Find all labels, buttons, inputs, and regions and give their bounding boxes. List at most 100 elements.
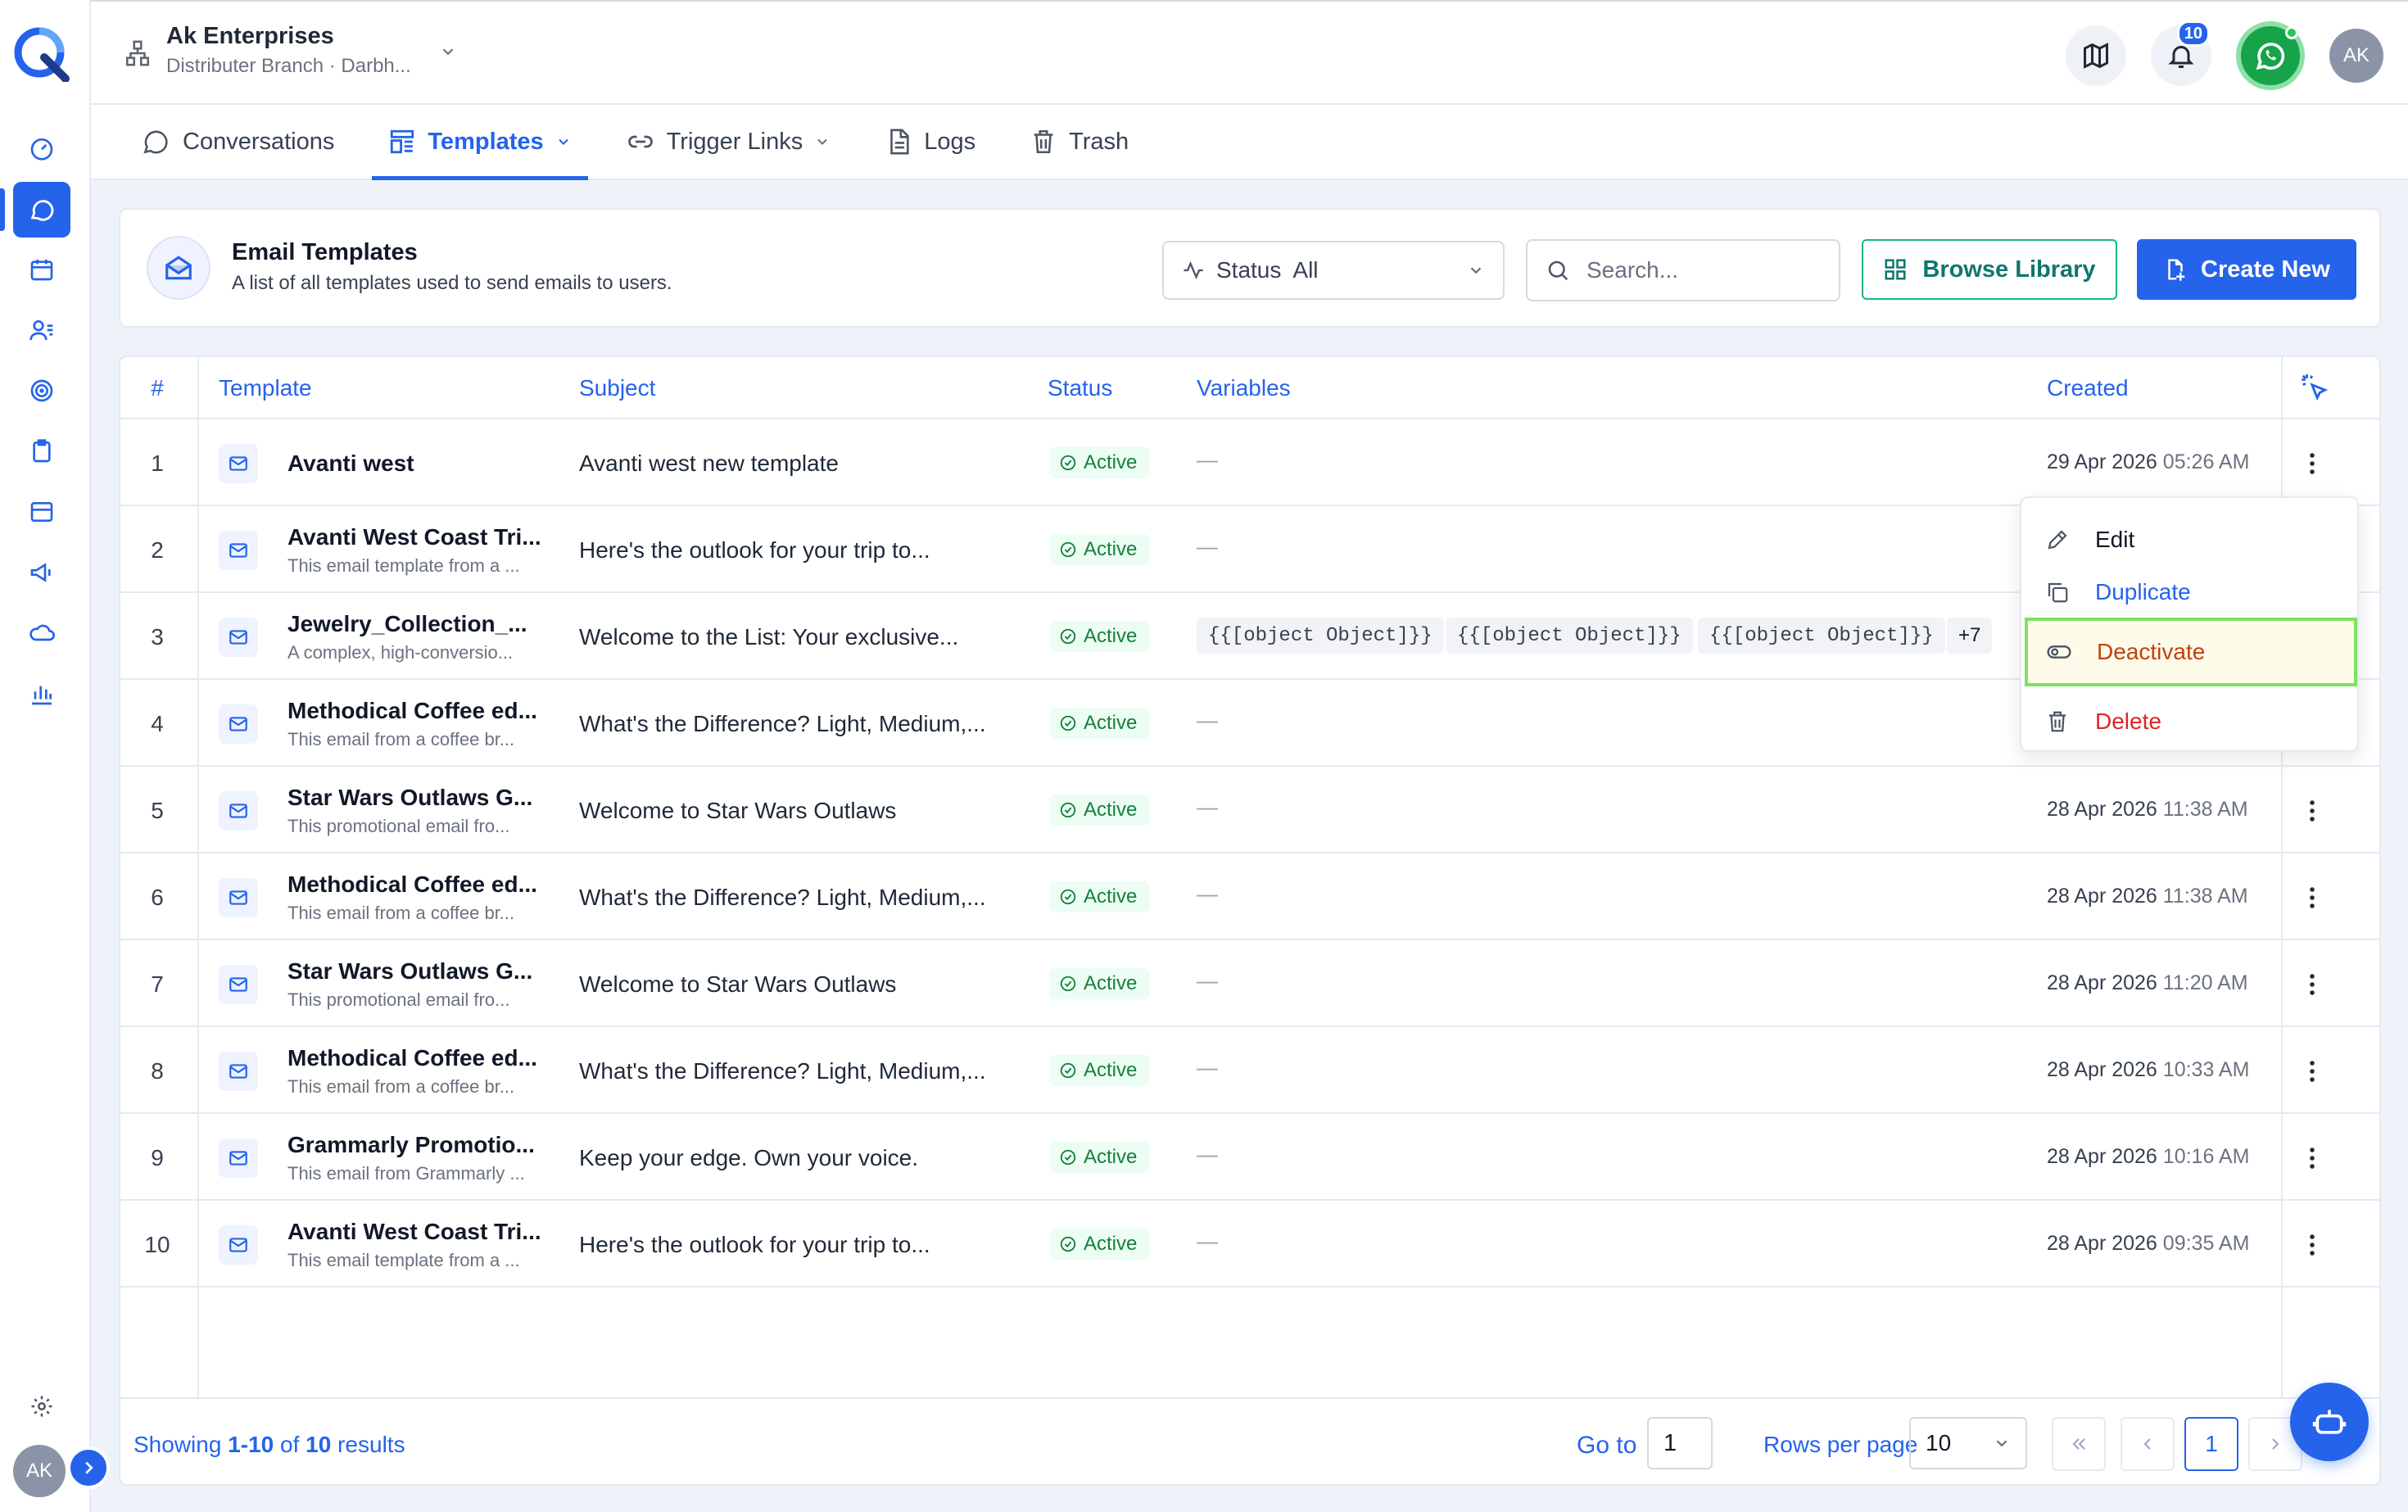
row-number: 5 xyxy=(151,798,164,823)
status-text: Active xyxy=(1084,885,1138,908)
tab-label: Conversations xyxy=(183,128,335,155)
table-row[interactable]: 10 Avanti West Coast Tri... This email tem… xyxy=(120,1201,2379,1288)
calendar-icon[interactable] xyxy=(18,246,66,293)
settings-gear-icon[interactable] xyxy=(18,1383,66,1430)
row-number: 4 xyxy=(151,711,164,736)
double-chevron-left-icon xyxy=(2069,1434,2089,1454)
first-page-button[interactable] xyxy=(2052,1417,2106,1471)
variables-more-chip[interactable]: +7 xyxy=(1947,618,1993,654)
template-name[interactable]: Methodical Coffee ed... xyxy=(287,698,537,724)
created-date: 29 Apr 2026 xyxy=(2047,450,2157,473)
dashboard-icon[interactable] xyxy=(18,124,66,172)
template-name[interactable]: Star Wars Outlaws G... xyxy=(287,958,532,985)
activity-icon xyxy=(1182,259,1205,282)
whatsapp-button[interactable] xyxy=(2236,21,2305,90)
table-footer: Showing 1-10 of 10 results Go to 1 Rows … xyxy=(120,1397,2379,1484)
column-picker-icon[interactable] xyxy=(2299,372,2330,403)
user-avatar[interactable]: AK xyxy=(2329,29,2383,83)
template-name[interactable]: Avanti West Coast Tri... xyxy=(287,524,541,550)
expand-sidebar-button[interactable] xyxy=(67,1446,110,1489)
template-name[interactable]: Methodical Coffee ed... xyxy=(287,871,537,898)
template-name[interactable]: Avanti west xyxy=(287,450,414,477)
col-status[interactable]: Status xyxy=(1048,375,1112,401)
template-name[interactable]: Star Wars Outlaws G... xyxy=(287,785,532,811)
create-new-button[interactable]: Create New xyxy=(2137,239,2356,300)
row-actions-kebab-icon[interactable] xyxy=(2293,878,2332,917)
mail-icon xyxy=(219,1052,258,1091)
inbox-icon[interactable] xyxy=(18,488,66,536)
assistant-bot-button[interactable] xyxy=(2290,1383,2369,1461)
status-badge: Active xyxy=(1049,534,1151,565)
email-envelope-icon xyxy=(147,236,210,300)
row-actions-kebab-icon[interactable] xyxy=(2293,1139,2332,1178)
goto-label: Go to xyxy=(1577,1432,1637,1459)
col-created[interactable]: Created xyxy=(2047,375,2129,401)
page-subtitle: A list of all templates used to send ema… xyxy=(232,272,672,294)
template-subject: Here's the outlook for your trip to... xyxy=(579,1232,930,1257)
menu-item-deactivate[interactable]: Deactivate xyxy=(2025,618,2357,686)
created-time: 11:38 AM xyxy=(2162,798,2248,821)
megaphone-icon[interactable] xyxy=(18,549,66,596)
create-new-label: Create New xyxy=(2201,256,2330,283)
check-circle-icon xyxy=(1059,541,1077,559)
created-date: 28 Apr 2026 xyxy=(2047,971,2157,994)
table-row[interactable]: 1 Avanti west Avanti west new template Acti… xyxy=(120,419,2379,506)
col-template[interactable]: Template xyxy=(219,375,312,401)
row-actions-kebab-icon[interactable] xyxy=(2293,1052,2332,1091)
org-switcher[interactable]: Ak Enterprises Distributer Branch · Darb… xyxy=(124,23,457,78)
row-actions-menu: Edit Duplicate Deactivate Delete xyxy=(2020,496,2359,752)
row-actions-kebab-icon[interactable] xyxy=(2293,965,2332,1004)
menu-item-delete[interactable]: Delete xyxy=(2033,695,2349,749)
tab-logs[interactable]: Logs xyxy=(868,105,992,179)
search-input[interactable] xyxy=(1586,257,1816,283)
tab-templates[interactable]: Templates xyxy=(372,105,588,180)
clipboard-icon[interactable] xyxy=(18,428,66,475)
menu-item-edit[interactable]: Edit xyxy=(2033,513,2349,567)
tab-trigger-links[interactable]: Trigger Links xyxy=(609,105,848,179)
template-description: This email from a coffee br... xyxy=(287,1076,515,1097)
row-actions-kebab-icon[interactable] xyxy=(2293,1225,2332,1265)
row-actions-kebab-icon[interactable] xyxy=(2293,444,2332,483)
rows-per-page-select[interactable]: 10 xyxy=(1909,1417,2027,1469)
status-text: Active xyxy=(1084,451,1138,473)
template-name[interactable]: Grammarly Promotio... xyxy=(287,1132,535,1158)
col-subject[interactable]: Subject xyxy=(579,375,655,401)
template-name[interactable]: Methodical Coffee ed... xyxy=(287,1045,537,1071)
chevron-down-icon xyxy=(814,134,831,150)
search-field[interactable] xyxy=(1526,239,1840,301)
conversations-nav-icon[interactable] xyxy=(0,182,70,238)
target-icon[interactable] xyxy=(18,367,66,414)
goto-page-input[interactable]: 1 xyxy=(1647,1417,1713,1469)
rail-user-avatar[interactable]: AK xyxy=(13,1445,66,1497)
grid-icon xyxy=(1883,257,1908,282)
table-row[interactable]: 8 Methodical Coffee ed... This email from … xyxy=(120,1027,2379,1114)
contacts-icon[interactable] xyxy=(18,306,66,354)
cloud-icon[interactable] xyxy=(18,609,66,657)
status-badge: Active xyxy=(1049,621,1151,652)
template-name[interactable]: Avanti West Coast Tri... xyxy=(287,1219,541,1245)
menu-item-duplicate[interactable]: Duplicate xyxy=(2033,565,2349,619)
browse-library-button[interactable]: Browse Library xyxy=(1862,239,2117,300)
status-text: Active xyxy=(1084,1059,1138,1081)
trash-icon xyxy=(1030,128,1057,156)
table-row[interactable]: 7 Star Wars Outlaws G... This promotional … xyxy=(120,940,2379,1027)
bar-chart-icon[interactable] xyxy=(18,670,66,718)
previous-page-button[interactable] xyxy=(2121,1417,2175,1471)
tab-conversations[interactable]: Conversations xyxy=(124,105,351,179)
app-logo[interactable] xyxy=(11,25,70,82)
chevron-down-icon xyxy=(1993,1434,2011,1452)
row-actions-kebab-icon[interactable] xyxy=(2293,791,2332,831)
col-variables[interactable]: Variables xyxy=(1197,375,1291,401)
table-row[interactable]: 5 Star Wars Outlaws G... This promotional … xyxy=(120,767,2379,853)
check-circle-icon xyxy=(1059,627,1077,645)
status-filter-select[interactable]: Status All xyxy=(1162,241,1505,300)
row-number: 7 xyxy=(151,971,164,997)
map-button[interactable] xyxy=(2066,25,2126,86)
status-text: Active xyxy=(1084,538,1138,560)
page-button-current[interactable]: 1 xyxy=(2184,1417,2238,1471)
table-row[interactable]: 6 Methodical Coffee ed... This email from … xyxy=(120,853,2379,940)
notifications-button[interactable]: 10 xyxy=(2151,20,2211,86)
tab-trash[interactable]: Trash xyxy=(1013,105,1145,179)
template-name[interactable]: Jewelry_Collection_... xyxy=(287,611,527,637)
table-row[interactable]: 9 Grammarly Promotio... This email from Gr… xyxy=(120,1114,2379,1201)
